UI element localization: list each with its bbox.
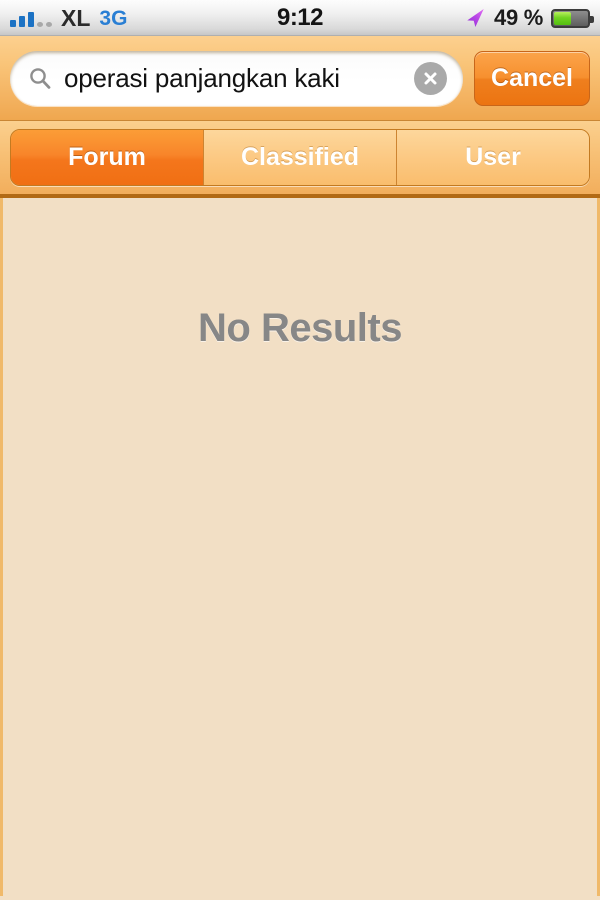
search-bar: operasi panjangkan kaki Cancel <box>0 36 600 121</box>
app-screen: XL 3G 9:12 49 % operasi panjangkan kaki … <box>0 0 600 900</box>
status-bar: XL 3G 9:12 49 % <box>0 0 600 36</box>
location-arrow-icon <box>464 7 486 29</box>
cancel-button[interactable]: Cancel <box>474 50 590 106</box>
tab-user[interactable]: User <box>397 130 589 185</box>
results-area: No Results <box>0 198 600 896</box>
search-input[interactable]: operasi panjangkan kaki <box>10 50 464 106</box>
battery-percent-label: 49 % <box>494 5 543 30</box>
segmented-control[interactable]: Forum Classified User <box>10 129 590 186</box>
tab-forum[interactable]: Forum <box>11 130 204 185</box>
tab-bar: Forum Classified User <box>0 121 600 198</box>
status-bar-right: 49 % <box>464 0 594 36</box>
empty-state-message: No Results <box>198 306 402 350</box>
tab-classified[interactable]: Classified <box>204 130 397 185</box>
clear-circle-icon[interactable] <box>414 61 448 95</box>
search-input-value: operasi panjangkan kaki <box>64 62 340 93</box>
battery-icon <box>551 8 594 28</box>
search-icon <box>28 66 52 90</box>
